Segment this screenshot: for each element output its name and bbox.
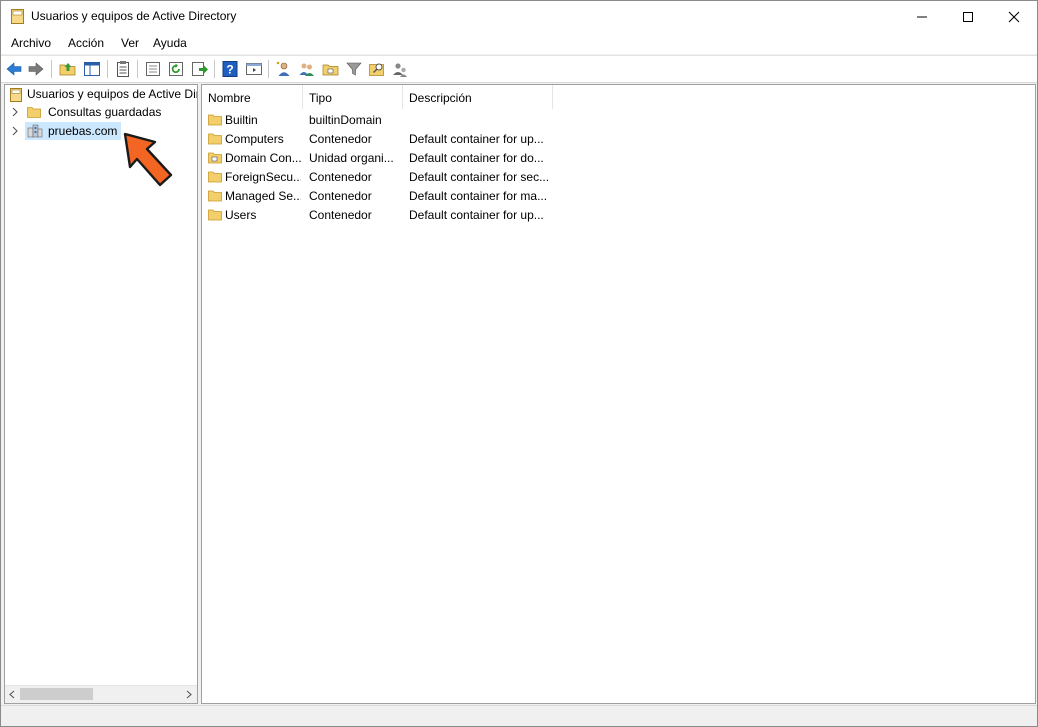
close-button[interactable]: [991, 1, 1037, 32]
menu-archivo[interactable]: Archivo: [11, 36, 51, 50]
tree-horizontal-scrollbar[interactable]: [5, 685, 197, 703]
help-icon[interactable]: ?: [221, 60, 239, 78]
new-ou-icon[interactable]: [322, 60, 340, 78]
scroll-left-icon[interactable]: [8, 690, 16, 699]
folder-icon: [208, 171, 222, 183]
cell-name: Managed Se...: [225, 189, 301, 203]
details-pane: Nombre Tipo Descripción Builtin builtinD…: [201, 84, 1036, 704]
cell-type: Unidad organi...: [309, 151, 394, 165]
scrollbar-thumb[interactable]: [20, 688, 93, 700]
list-row-managed-service[interactable]: Managed Se... Contenedor Default contain…: [202, 186, 562, 205]
folder-icon: [208, 209, 222, 221]
toolbar-separator: [107, 60, 108, 78]
list-row-builtin[interactable]: Builtin builtinDomain: [202, 110, 562, 129]
menu-ayuda[interactable]: Ayuda: [153, 36, 187, 50]
column-header-tipo[interactable]: Tipo: [303, 85, 403, 109]
new-user-icon[interactable]: [275, 60, 293, 78]
folder-icon: [208, 190, 222, 202]
list-row-foreign-security[interactable]: ForeignSecu... Contenedor Default contai…: [202, 167, 562, 186]
close-icon: [1008, 11, 1020, 22]
status-bar: [1, 705, 1037, 726]
forward-arrow-icon[interactable]: [27, 60, 45, 78]
scroll-right-icon[interactable]: [185, 690, 193, 699]
chevron-right-icon[interactable]: [11, 125, 19, 137]
properties-icon[interactable]: [144, 60, 162, 78]
cell-description: Default container for ma...: [409, 189, 548, 203]
toolbar-separator: [137, 60, 138, 78]
chevron-right-icon[interactable]: [11, 106, 19, 118]
minimize-icon: [917, 16, 927, 17]
tree-root[interactable]: Usuarios y equipos de Active Directory: [5, 85, 197, 103]
clipboard-icon[interactable]: [114, 60, 132, 78]
folder-icon: [208, 133, 222, 145]
maximize-button[interactable]: [945, 1, 991, 32]
svg-text:?: ?: [226, 63, 233, 77]
toolbar-separator: [51, 60, 52, 78]
cell-description: Default container for up...: [409, 208, 544, 222]
column-header-label: Nombre: [208, 91, 251, 105]
window-title: Usuarios y equipos de Active Directory: [31, 9, 237, 23]
folder-icon: [208, 114, 222, 126]
column-header-descripcion[interactable]: Descripción: [403, 85, 553, 109]
annotation-arrow-icon: [123, 132, 173, 187]
find-icon[interactable]: [368, 60, 386, 78]
maximize-icon: [963, 11, 973, 22]
list-row-computers[interactable]: Computers Contenedor Default container f…: [202, 129, 562, 148]
cell-type: Contenedor: [309, 189, 372, 203]
column-header-nombre[interactable]: Nombre: [202, 85, 303, 109]
list-row-users[interactable]: Users Contenedor Default container for u…: [202, 205, 562, 224]
filter-icon[interactable]: [345, 60, 363, 78]
tree-root-label: Usuarios y equipos de Active Directory: [27, 87, 197, 101]
new-group-icon[interactable]: [298, 60, 316, 78]
export-list-icon[interactable]: [191, 60, 209, 78]
console-root-icon: [10, 88, 22, 102]
cell-type: Contenedor: [309, 132, 372, 146]
cell-name: Users: [225, 208, 257, 222]
tree-item-label: pruebas.com: [48, 124, 118, 138]
toolbar: ?: [1, 55, 1037, 83]
menu-bar: Archivo Acción Ver Ayuda: [1, 32, 1037, 54]
list-row-domain-controllers[interactable]: Domain Con... Unidad organi... Default c…: [202, 148, 562, 167]
up-folder-icon[interactable]: [59, 60, 77, 78]
domain-icon: [27, 124, 43, 138]
cell-type: Contenedor: [309, 170, 372, 184]
menu-accion[interactable]: Acción: [68, 36, 104, 50]
app-icon: [11, 9, 24, 24]
delegate-icon[interactable]: [391, 60, 409, 78]
menu-ver[interactable]: Ver: [121, 36, 139, 50]
title-bar: Usuarios y equipos de Active Directory: [1, 1, 1037, 32]
toolbar-separator: [268, 60, 269, 78]
folder-icon: [27, 107, 41, 118]
column-header-label: Descripción: [409, 91, 472, 105]
show-hide-tree-icon[interactable]: [83, 60, 101, 78]
cell-description: Default container for sec...: [409, 170, 550, 184]
cell-name: ForeignSecu...: [225, 170, 301, 184]
column-header-label: Tipo: [309, 91, 332, 105]
ou-folder-icon: [208, 152, 222, 164]
cell-type: builtinDomain: [309, 113, 382, 127]
cell-type: Contenedor: [309, 208, 372, 222]
back-arrow-icon[interactable]: [5, 60, 23, 78]
window: Usuarios y equipos de Active Directory A…: [0, 0, 1038, 727]
toolbar-separator: [214, 60, 215, 78]
cell-name: Domain Con...: [225, 151, 301, 165]
console-icon[interactable]: [245, 60, 263, 78]
tree-item-consultas-guardadas[interactable]: Consultas guardadas: [5, 103, 197, 121]
cell-description: Default container for up...: [409, 132, 544, 146]
cell-name: Builtin: [225, 113, 258, 127]
tree-item-label: Consultas guardadas: [48, 105, 162, 119]
refresh-icon[interactable]: [167, 60, 185, 78]
cell-name: Computers: [225, 132, 284, 146]
minimize-button[interactable]: [899, 1, 945, 32]
cell-description: Default container for do...: [409, 151, 544, 165]
